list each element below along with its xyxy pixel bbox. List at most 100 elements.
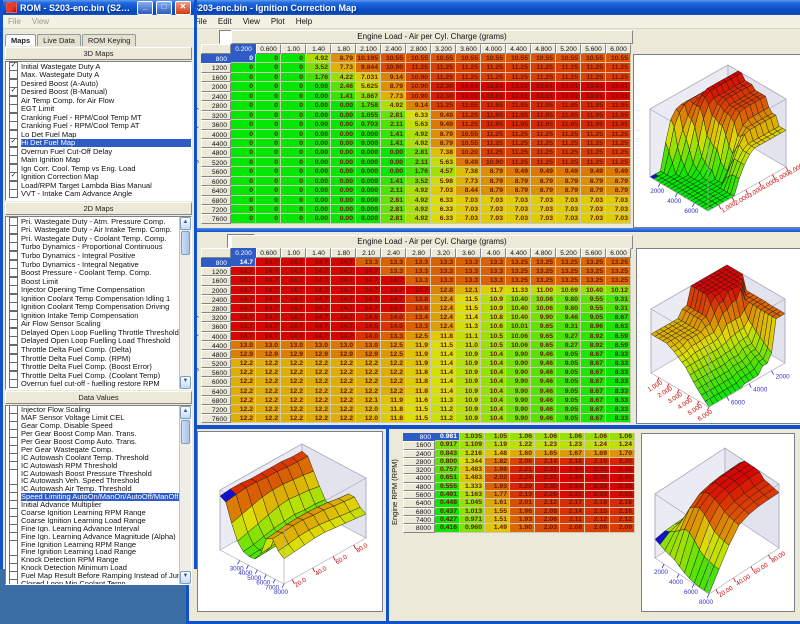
table-cell[interactable]: 0.00	[381, 148, 406, 157]
table-cell[interactable]: 0	[231, 63, 256, 72]
map-list-item[interactable]: Fine Ign. Learning Advance Interval	[6, 524, 191, 532]
table-cell[interactable]: 10.90	[406, 92, 431, 101]
map-list-item[interactable]: Turbo Dynamics - Integral Negative	[6, 260, 191, 269]
table-cell[interactable]: 9.05	[556, 359, 581, 368]
table-cell[interactable]: 13.01	[456, 82, 481, 91]
map-list-item[interactable]: ✓Initial Wastegate Duty A	[6, 62, 191, 71]
map-window-titlebar[interactable]: S203-enc.bin - Ignition Correction Map	[189, 0, 800, 15]
table-cell[interactable]: 10.55	[456, 139, 481, 148]
table-cell[interactable]: 0.843	[435, 450, 460, 458]
table-cell[interactable]: 1.69	[585, 450, 610, 458]
table-cell[interactable]: 14.7	[256, 295, 281, 304]
row-header[interactable]: 800	[403, 433, 435, 441]
checkbox[interactable]	[9, 345, 18, 354]
row-header[interactable]: 2400	[201, 92, 231, 101]
table-cell[interactable]: 0.000	[356, 148, 381, 157]
table-cell[interactable]: 12.2	[281, 387, 306, 396]
table-cell[interactable]: 1.344	[460, 458, 485, 466]
table-cell[interactable]: 1.06	[610, 433, 635, 441]
table-cell[interactable]: 13.8	[406, 295, 431, 304]
col-header[interactable]: 3.600	[456, 44, 481, 54]
table-cell[interactable]: 11.4	[456, 313, 481, 322]
table-cell[interactable]: 1.48	[485, 450, 510, 458]
col-header[interactable]: 1.00	[281, 248, 306, 258]
table-cell[interactable]: 1.483	[460, 466, 485, 474]
table-cell[interactable]: 13.25	[531, 276, 556, 285]
table-cell[interactable]: 0.000	[356, 196, 381, 205]
table-cell[interactable]: 0.00	[306, 92, 331, 101]
table-cell[interactable]: 7.03	[456, 205, 481, 214]
table-cell[interactable]: 10.4	[481, 350, 506, 359]
map-list-item[interactable]: IC Autowash Air Temp. Threshold	[6, 485, 191, 493]
row-header[interactable]: 7600	[201, 214, 231, 223]
table-cell[interactable]: 8.79	[556, 186, 581, 195]
table-cell[interactable]: 11.25	[506, 148, 531, 157]
table-cell[interactable]: 7.73	[381, 92, 406, 101]
table-cell[interactable]: 6.33	[431, 196, 456, 205]
map-list-item[interactable]: Main Ignition Map	[6, 156, 191, 165]
row-header[interactable]: 6800	[201, 396, 231, 405]
table-cell[interactable]: 13.01	[556, 92, 581, 101]
checkbox[interactable]	[9, 294, 18, 303]
table-cell[interactable]: 10.90	[406, 82, 431, 91]
col-header[interactable]: 4.400	[506, 248, 531, 258]
table-cell[interactable]: 13.3	[431, 267, 456, 276]
table-cell[interactable]: 2.09	[610, 524, 635, 532]
table-cell[interactable]: 11.95	[531, 120, 556, 129]
table-cell[interactable]: 9.49	[431, 111, 456, 120]
map-list-item[interactable]: Throttle Delta Fuel Comp. (Delta)	[6, 345, 191, 354]
scroll-down-icon[interactable]: ▼	[180, 376, 191, 389]
menu-plot[interactable]: Plot	[271, 17, 285, 26]
table-cell[interactable]: 11.25	[581, 63, 606, 72]
table-cell[interactable]: 10.9	[456, 387, 481, 396]
table-cell[interactable]: 11.9	[406, 341, 431, 350]
table-cell[interactable]: 4.57	[431, 167, 456, 176]
table-cell[interactable]: 8.33	[606, 368, 631, 377]
table-cell[interactable]: 10.5	[481, 332, 506, 341]
table-cell[interactable]: 8.63	[606, 322, 631, 331]
map-list-item[interactable]: Lo Det Fuel Map	[6, 130, 191, 139]
table-cell[interactable]: 11.25	[556, 148, 581, 157]
table-cell[interactable]: 13.25	[531, 267, 556, 276]
table-cell[interactable]: 10.20	[456, 148, 481, 157]
checkbox-checked[interactable]: ✓	[9, 139, 18, 148]
table-cell[interactable]: 7.03	[531, 214, 556, 223]
table-cell[interactable]: 7.73	[456, 177, 481, 186]
map-list-item[interactable]: Boost Limit	[6, 277, 191, 286]
table-cell[interactable]: 10.6	[481, 322, 506, 331]
table-cell[interactable]: 8.79	[481, 177, 506, 186]
col-header[interactable]: 4.00	[481, 248, 506, 258]
table-cell[interactable]: 6.33	[431, 214, 456, 223]
checkbox[interactable]	[9, 438, 18, 446]
table-cell[interactable]: 10.40	[581, 286, 606, 295]
table-cell[interactable]: 12.8	[431, 286, 456, 295]
map-list-item[interactable]: Delayed Open Loop Fuelling Throttle Thre…	[6, 328, 191, 337]
checkbox[interactable]	[9, 285, 18, 294]
checkbox[interactable]	[9, 243, 18, 252]
table-cell[interactable]: 11.95	[606, 120, 631, 129]
table-cell[interactable]: 2.35	[585, 474, 610, 482]
table-cell[interactable]: 13.3	[431, 258, 456, 267]
table-cell[interactable]: 14.7	[356, 295, 381, 304]
row-header[interactable]: 2400	[201, 295, 231, 304]
table-corner[interactable]	[201, 44, 231, 54]
table-cell[interactable]: 13.25	[506, 267, 531, 276]
table-cell[interactable]: 14.7	[231, 295, 256, 304]
scroll-up-icon[interactable]: ▲	[180, 406, 191, 419]
table-cell[interactable]: 8.79	[331, 54, 356, 63]
table-cell[interactable]: 14.7	[306, 332, 331, 341]
table-cell[interactable]: 14.7	[331, 332, 356, 341]
table-cell[interactable]: 13.01	[481, 92, 506, 101]
table-cell[interactable]: 2.12	[585, 516, 610, 524]
table-cell[interactable]: 11.95	[481, 120, 506, 129]
row-header[interactable]: 7600	[201, 414, 231, 423]
table-cell[interactable]: 11.33	[506, 286, 531, 295]
table-cell[interactable]: 0.448	[435, 499, 460, 507]
checkbox[interactable]	[9, 251, 18, 260]
table-cell[interactable]: 11.3	[456, 322, 481, 331]
table-cell[interactable]: 0.00	[381, 158, 406, 167]
table-cell[interactable]: 14.7	[306, 313, 331, 322]
table-cell[interactable]: 7.03	[456, 196, 481, 205]
table-cell[interactable]: 13.3	[456, 258, 481, 267]
table-cell[interactable]: 8.79	[581, 186, 606, 195]
